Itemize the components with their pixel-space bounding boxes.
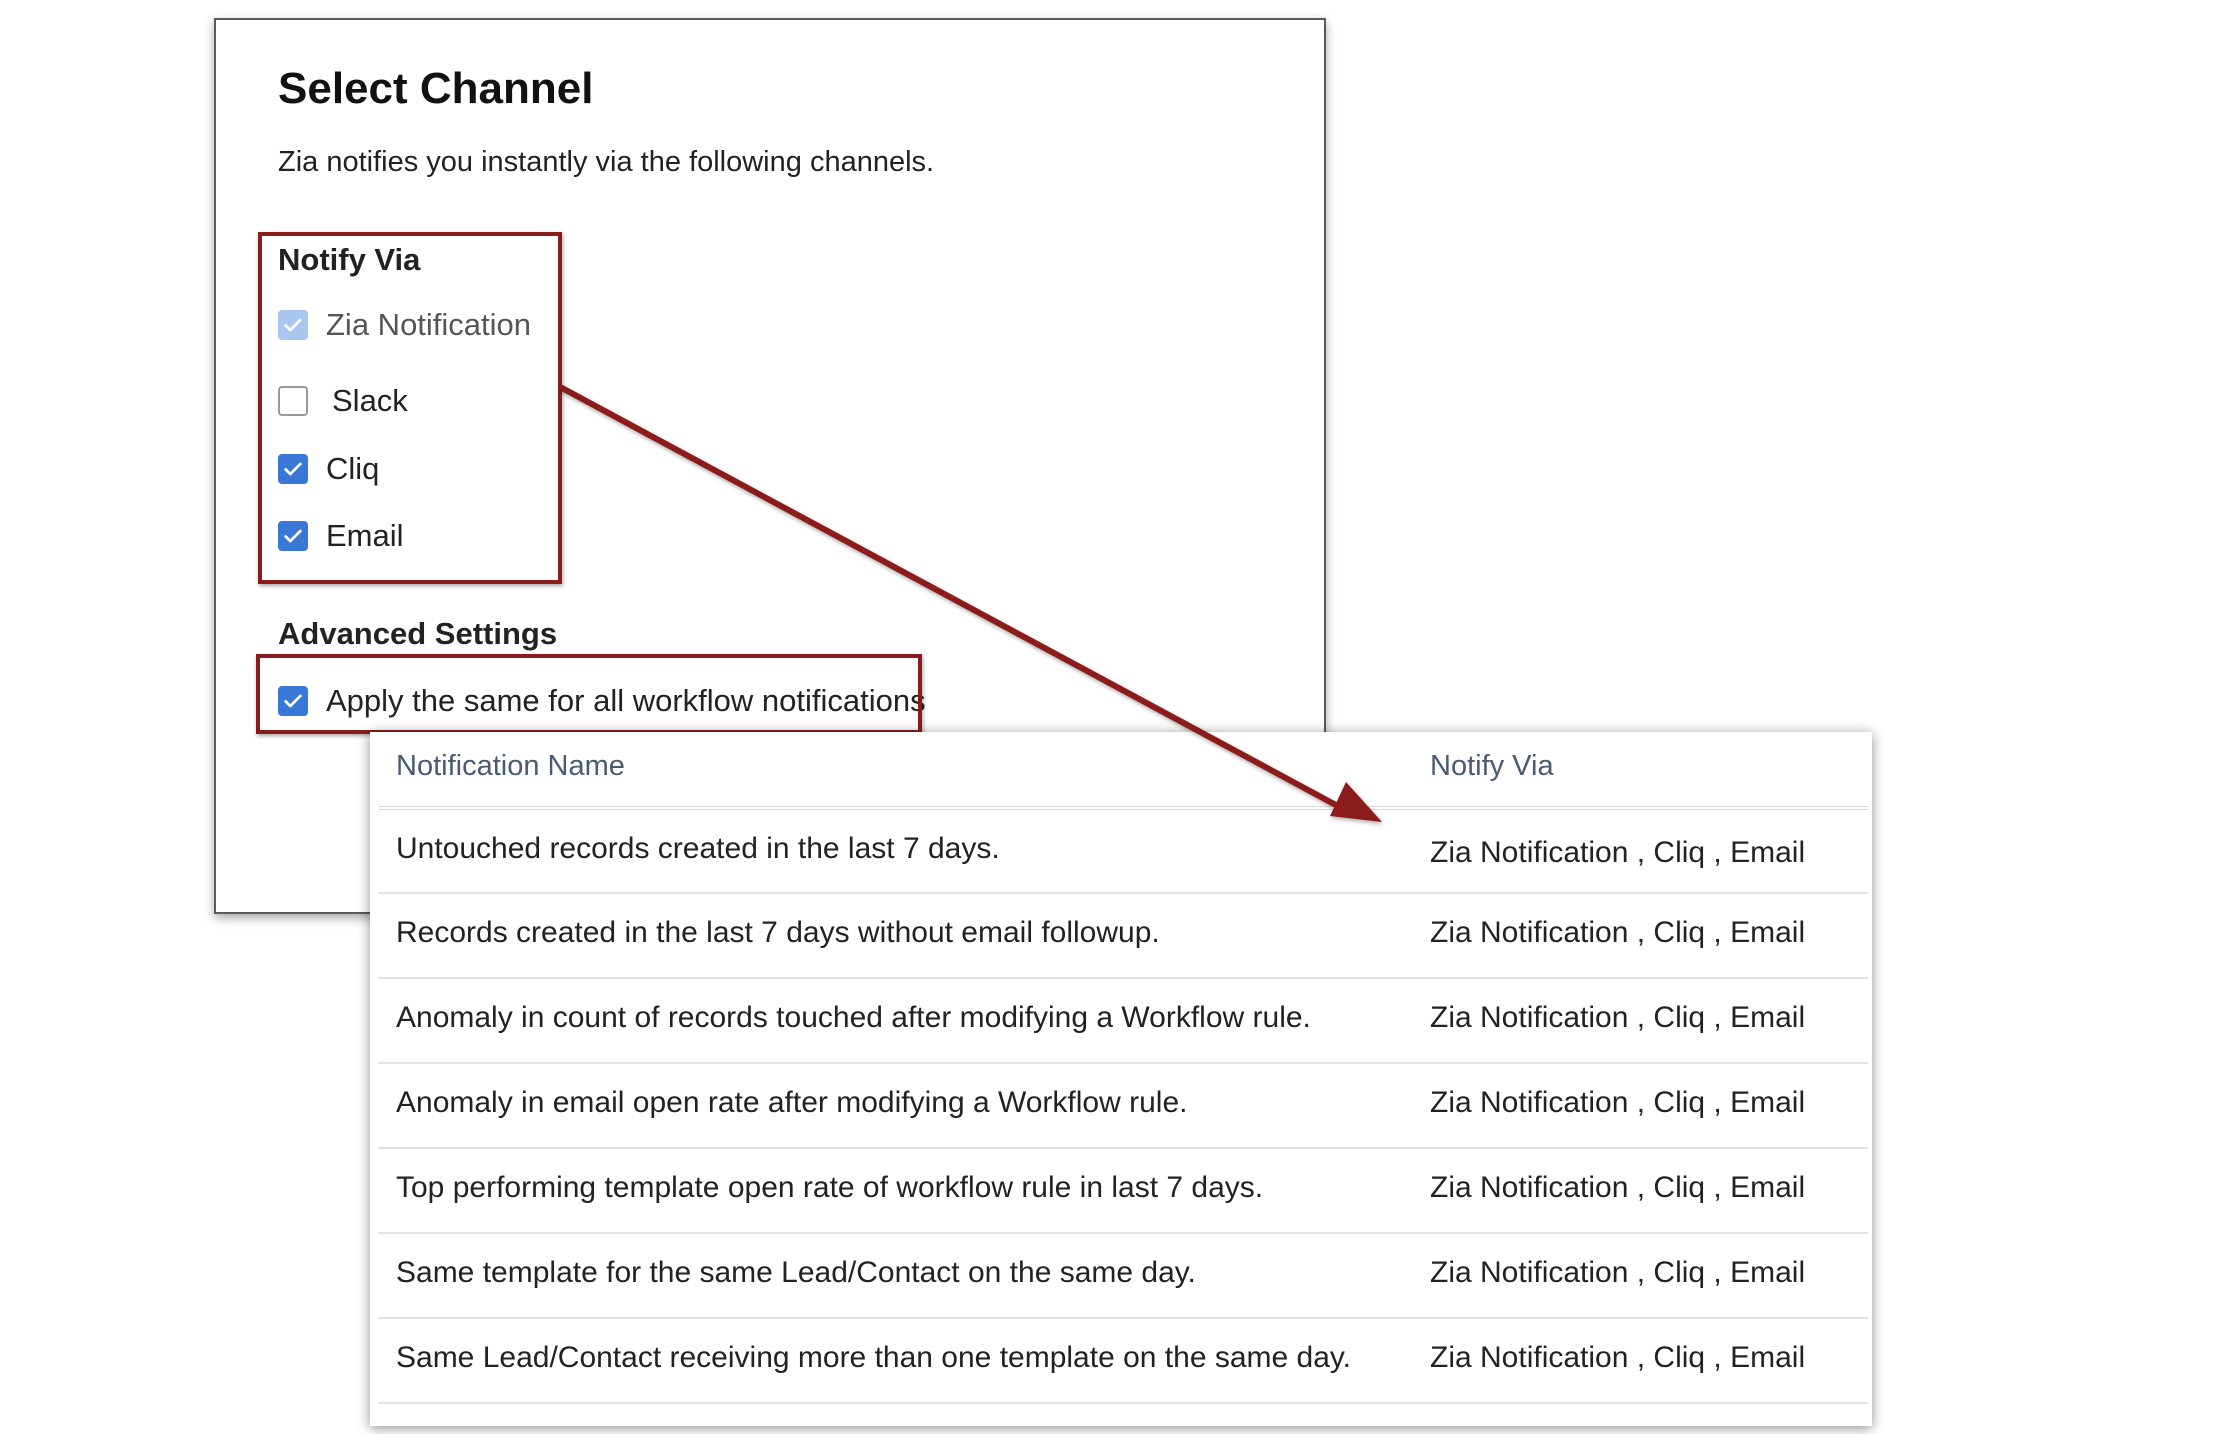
notify-via-cell: Zia Notification , Cliq , Email [1430,1086,1806,1119]
notification-name-cell: Same template for the same Lead/Contact … [396,1256,1196,1289]
dialog-subtitle: Zia notifies you instantly via the follo… [278,146,935,178]
notification-name-cell: Same Lead/Contact receiving more than on… [396,1341,1352,1374]
notification-name-cell: Untouched records created in the last 7 … [396,832,1000,865]
advanced-settings-label: Advanced Settings [278,616,558,651]
notification-name-cell: Top performing template open rate of wor… [396,1171,1264,1204]
column-header-notification-name: Notification Name [396,750,625,782]
column-header-notify-via: Notify Via [1430,750,1554,782]
notify-via-cell: Zia Notification , Cliq , Email [1430,1001,1806,1034]
table-row: Anomaly in count of records touched afte… [378,977,1868,1061]
table-row: Top performing template open rate of wor… [378,1147,1868,1231]
notify-via-highlight [258,232,562,584]
table-row: Same Lead/Contact receiving more than on… [378,1317,1868,1401]
notify-via-cell: Zia Notification , Cliq , Email [1430,836,1806,869]
table-row: Anomaly in email open rate after modifyi… [378,1062,1868,1146]
dialog-title: Select Channel [278,64,594,113]
notify-via-cell: Zia Notification , Cliq , Email [1430,916,1806,949]
table-bottom-border [378,1402,1868,1404]
notify-via-cell: Zia Notification , Cliq , Email [1430,1341,1806,1374]
notify-via-cell: Zia Notification , Cliq , Email [1430,1171,1806,1204]
table-row: Same template for the same Lead/Contact … [378,1232,1868,1316]
table-row: Records created in the last 7 days witho… [378,892,1868,976]
table-row: Untouched records created in the last 7 … [378,806,1868,890]
apply-all-highlight [256,654,922,734]
notification-name-cell: Anomaly in count of records touched afte… [396,1001,1311,1034]
notification-name-cell: Records created in the last 7 days witho… [396,916,1160,949]
notify-via-cell: Zia Notification , Cliq , Email [1430,1256,1806,1289]
notification-name-cell: Anomaly in email open rate after modifyi… [396,1086,1188,1119]
